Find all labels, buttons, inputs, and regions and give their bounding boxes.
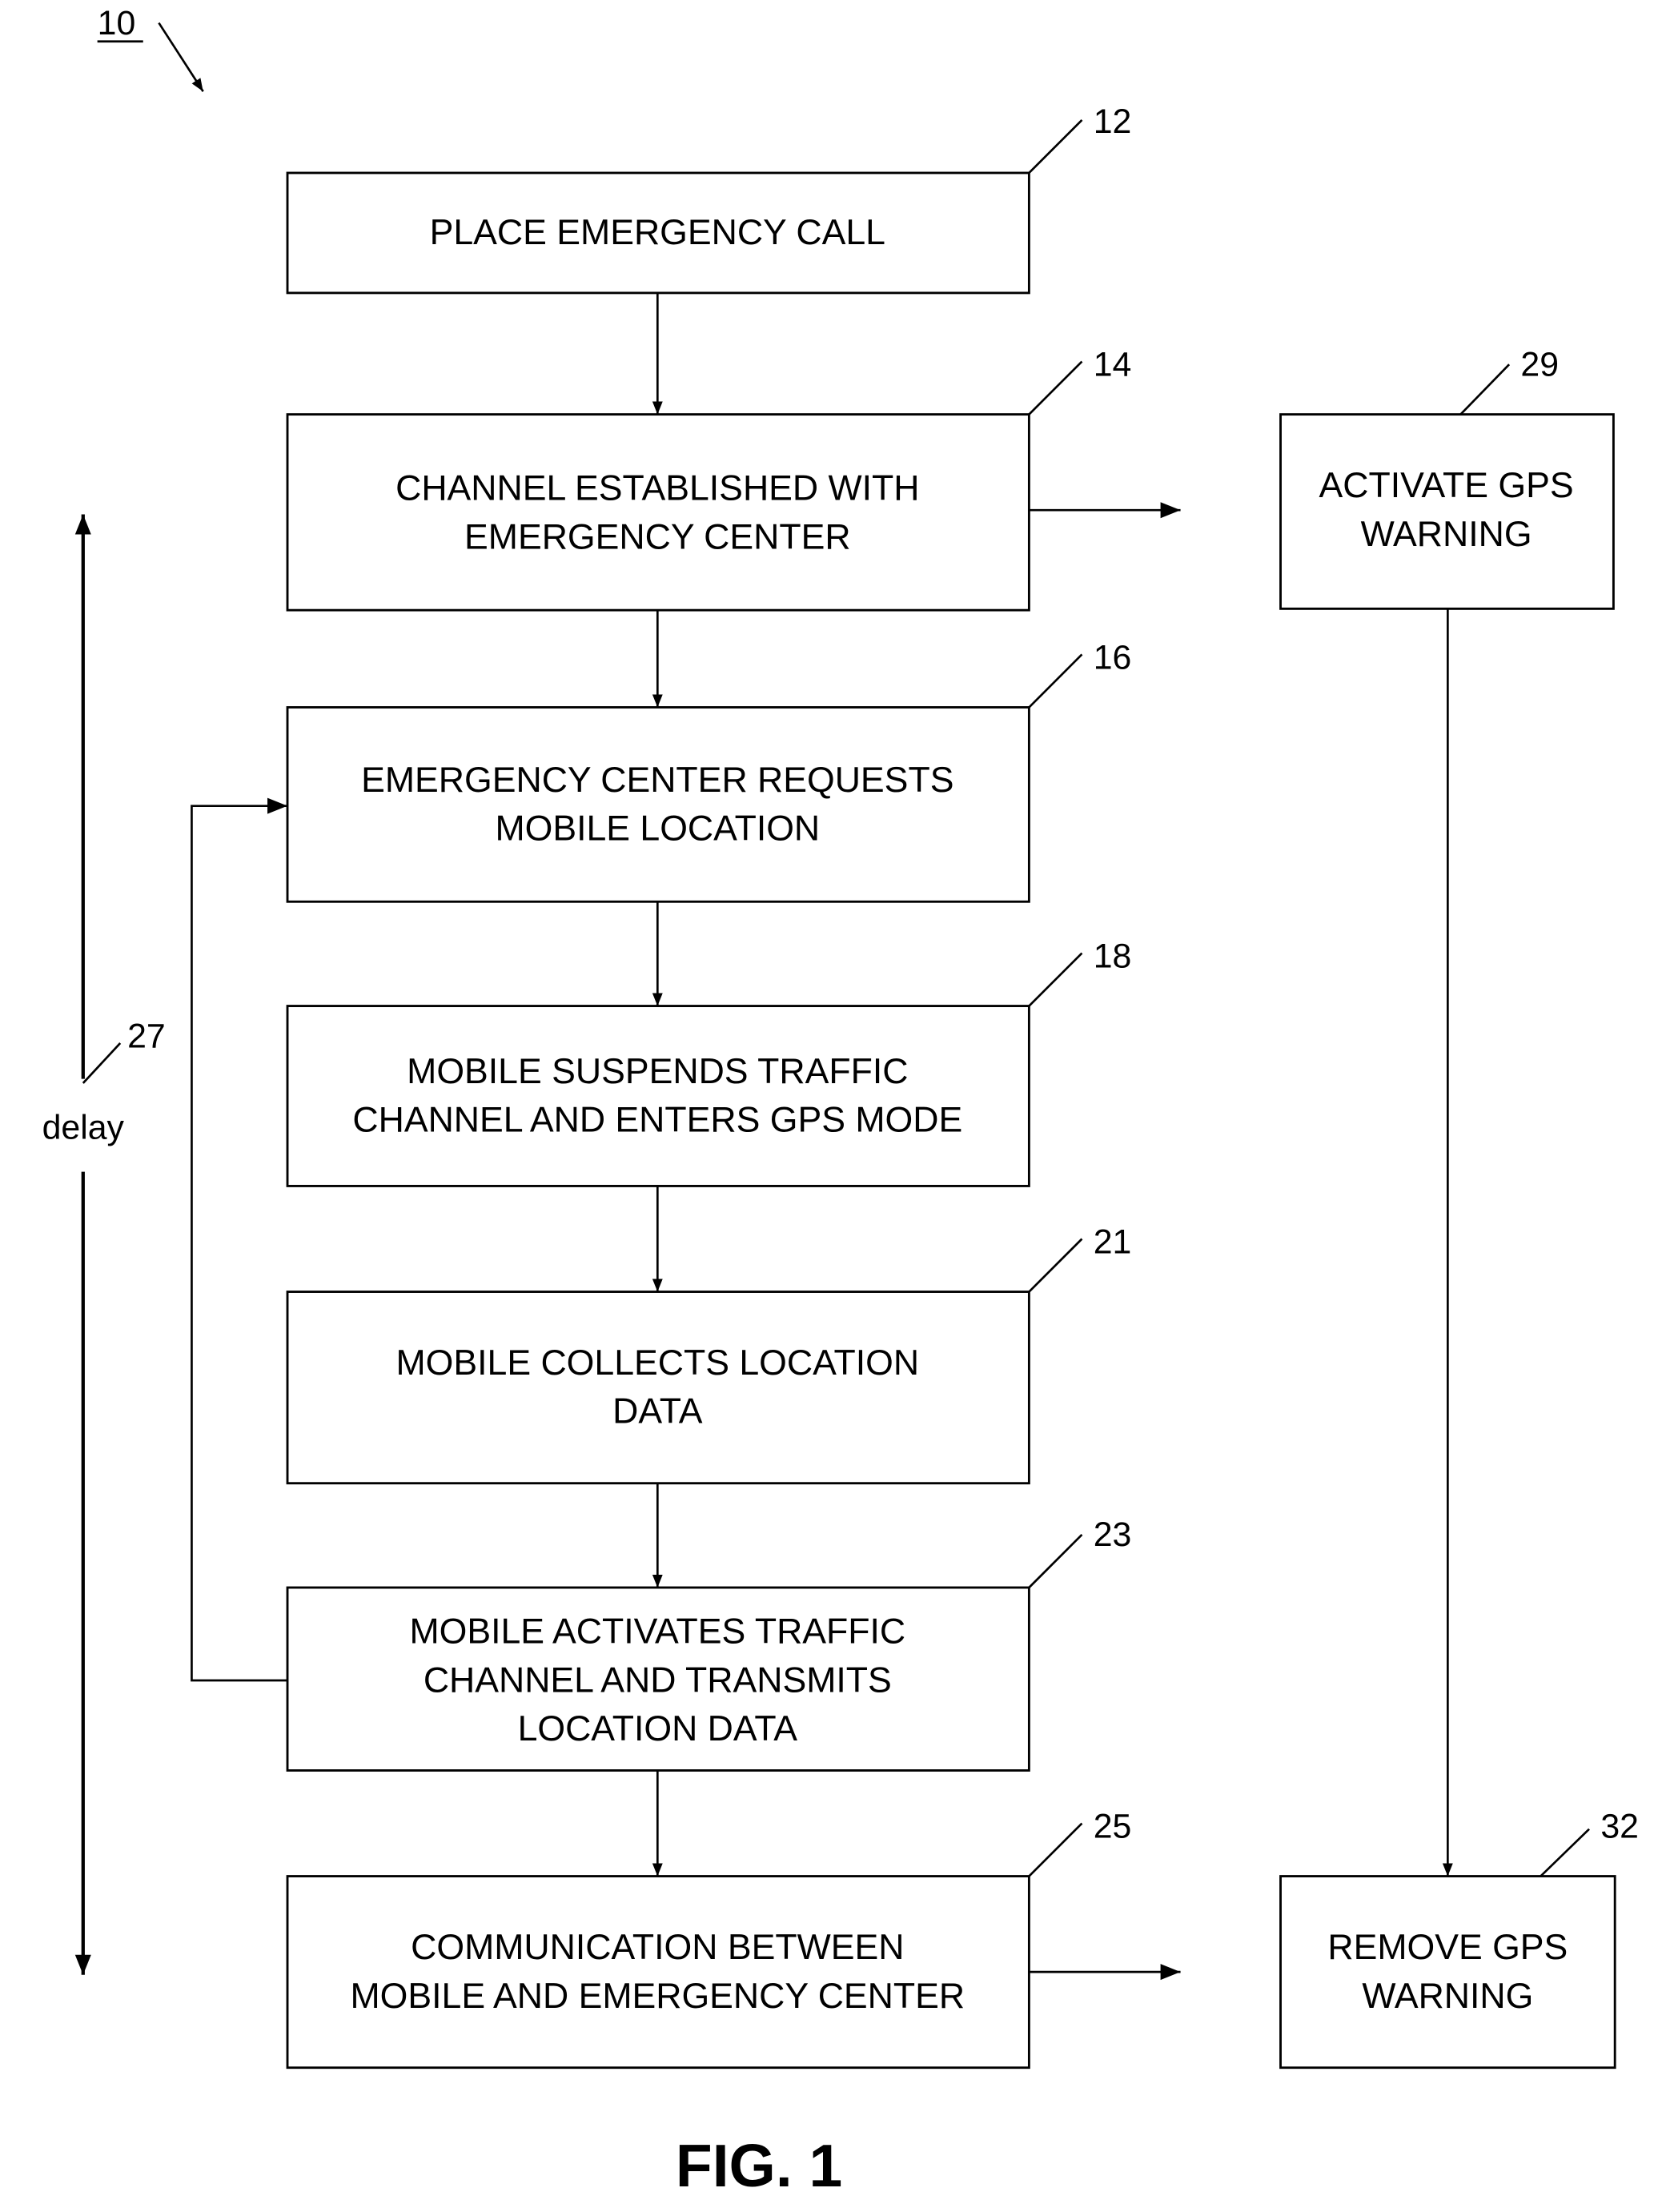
figure-ref-label: 10 (98, 4, 136, 42)
leader-line (1028, 653, 1083, 709)
step-ref: 14 (1094, 345, 1132, 383)
step-box (286, 413, 1030, 612)
step-box (286, 1291, 1030, 1485)
step-text: MOBILE ACTIVATES TRAFFIC (409, 1612, 905, 1652)
step-18: MOBILE SUSPENDS TRAFFIC CHANNEL AND ENTE… (286, 937, 1132, 1187)
step-16: EMERGENCY CENTER REQUESTS MOBILE LOCATIO… (286, 638, 1132, 903)
step-box (286, 1875, 1030, 2069)
step-text: WARNING (1362, 1977, 1533, 2016)
step-23: MOBILE ACTIVATES TRAFFIC CHANNEL AND TRA… (286, 1515, 1132, 1772)
step-box (286, 706, 1030, 903)
delay-ref: 27 (127, 1017, 166, 1055)
flowchart: 10 PLACE EMERGENCY CALL 12 CHANNEL ESTAB… (42, 4, 1639, 2199)
leader-line (1028, 1534, 1083, 1588)
step-text: ACTIVATE GPS (1319, 466, 1574, 505)
step-box (1279, 413, 1615, 610)
step-text: LOCATION DATA (518, 1709, 798, 1748)
step-text: DATA (612, 1392, 703, 1431)
step-ref: 29 (1520, 345, 1559, 383)
leader-line (1028, 952, 1083, 1007)
step-14: CHANNEL ESTABLISHED WITH EMERGENCY CENTE… (286, 345, 1132, 612)
step-text: EMERGENCY CENTER (464, 517, 851, 556)
step-32: REMOVE GPS WARNING 32 (1279, 1807, 1639, 2069)
step-ref: 32 (1600, 1807, 1639, 1845)
step-box (286, 1005, 1030, 1187)
leader-line (1540, 1828, 1590, 1877)
step-text: PLACE EMERGENCY CALL (430, 213, 885, 252)
step-12: PLACE EMERGENCY CALL 12 (286, 102, 1132, 295)
loop-arrow-23-16 (191, 797, 288, 1682)
step-text: MOBILE SUSPENDS TRAFFIC (407, 1052, 908, 1091)
step-text: CHANNEL ESTABLISHED WITH (395, 469, 919, 508)
step-box (1279, 1875, 1616, 2069)
step-text: CHANNEL AND TRANSMITS (424, 1660, 892, 1700)
delay-label: delay (42, 1109, 125, 1147)
step-text: REMOVE GPS (1327, 1928, 1568, 1967)
step-text: EMERGENCY CENTER REQUESTS (361, 761, 953, 800)
step-21: MOBILE COLLECTS LOCATION DATA 21 (286, 1222, 1132, 1485)
figure-caption: FIG. 1 (676, 2132, 842, 2199)
step-25: COMMUNICATION BETWEEN MOBILE AND EMERGEN… (286, 1807, 1132, 2069)
step-ref: 21 (1094, 1222, 1132, 1261)
step-ref: 16 (1094, 638, 1132, 676)
leader-line (1028, 1238, 1083, 1293)
step-ref: 23 (1094, 1515, 1132, 1554)
step-ref: 12 (1094, 102, 1132, 141)
step-text: WARNING (1361, 515, 1532, 554)
step-text: COMMUNICATION BETWEEN (411, 1928, 904, 1967)
step-text: MOBILE COLLECTS LOCATION (396, 1343, 920, 1383)
leader-line (1028, 1822, 1083, 1877)
leader-line (1028, 118, 1083, 174)
leader-line (1028, 360, 1083, 416)
step-ref: 18 (1094, 937, 1132, 975)
step-text: MOBILE AND EMERGENCY CENTER (351, 1977, 965, 2016)
delay-leader-line (82, 1042, 122, 1084)
step-text: MOBILE LOCATION (495, 809, 820, 849)
step-29: ACTIVATE GPS WARNING 29 (1279, 345, 1615, 610)
leader-line (1459, 363, 1511, 416)
step-ref: 25 (1094, 1807, 1132, 1845)
figure-ref-arrow (158, 22, 204, 92)
step-text: CHANNEL AND ENTERS GPS MODE (352, 1101, 962, 1140)
